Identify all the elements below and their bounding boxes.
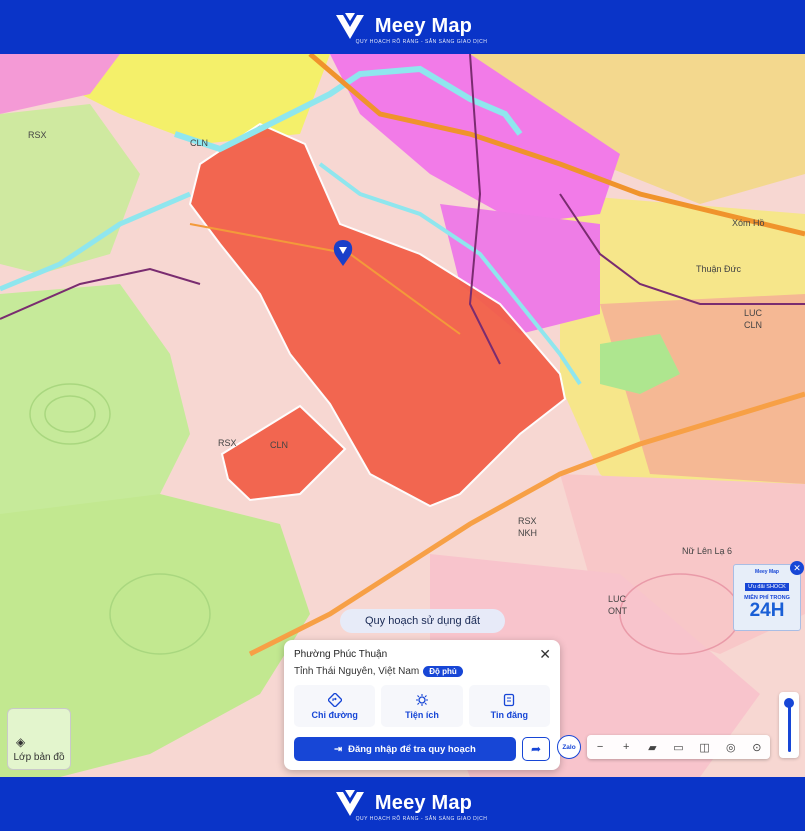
coverage-badge[interactable]: Độ phủ [423,666,463,677]
share-icon: ➦ [530,742,542,756]
listings-button[interactable]: Tin đăng [468,685,550,727]
utilities-icon [415,693,428,706]
listings-label: Tin đăng [490,709,528,720]
planning-mode-pill[interactable]: Quy hoạch sử dụng đất [340,609,505,633]
brand-tagline: QUY HOẠCH RÕ RÀNG - SẴN SÀNG GIAO DỊCH [355,39,488,45]
map-label: NKH [518,528,537,538]
directions-label: Chỉ đường [311,709,358,720]
opacity-slider[interactable] [779,692,799,758]
ruler-icon[interactable]: ▭ [667,741,689,754]
utilities-button[interactable]: Tiện ích [381,685,463,727]
listings-icon [504,693,515,706]
map-label: RSX [28,130,47,140]
map-toolbar: − + ▰ ▭ ◫ ◎ ⊙ [587,735,770,759]
top-header-bar: Meey Map QUY HOẠCH RÕ RÀNG - SẴN SÀNG GI… [0,0,805,54]
map-label: RSX [518,516,537,526]
slider-knob[interactable] [784,698,794,708]
map-label: CLN [744,320,762,330]
panel-bottom-row: ⇥ Đăng nhập để tra quy hoạch ➦ [294,737,550,761]
location-info-panel: Phường Phúc Thuận ✕ Tỉnh Thái Nguyên, Vi… [284,640,560,770]
slider-track [788,702,791,752]
split-view-icon[interactable]: ◫ [694,741,716,754]
share-button[interactable]: ➦ [522,737,550,761]
footer-brand-name: Meey Map [374,791,473,814]
province-name: Tỉnh Thái Nguyên, Việt Nam [294,666,420,677]
zalo-button[interactable]: Zalo [557,735,581,759]
map-label: RSX [218,438,237,448]
promo-hours: 24H [749,600,785,621]
utilities-label: Tiện ích [405,709,439,720]
promo-banner[interactable]: Meey Map Ưu đãi SHOCK MIỄN PHÍ TRONG 24H [733,564,801,631]
close-icon[interactable]: ✕ [539,646,551,663]
map-label: LUC [744,308,763,318]
promo-close-icon[interactable]: ✕ [790,561,804,575]
directions-button[interactable]: Chỉ đường [294,685,376,727]
ward-name: Phường Phúc Thuận [294,649,388,660]
brand-name: Meey Map [374,14,473,37]
brush-icon[interactable]: ▰ [641,741,663,754]
map-label: Xóm Hồ [732,218,765,228]
zoom-in-icon[interactable]: + [615,741,637,753]
map-label: LUC [608,594,627,604]
map-layer-button[interactable]: ◈ Lớp bản đồ [7,708,71,770]
bottom-brand-bar: Meey Map QUY HOẠCH RÕ RÀNG - SẴN SÀNG GI… [0,777,805,831]
map-label: Nữ Lên Lạ 6 [682,546,732,556]
zoom-out-icon[interactable]: − [589,741,611,753]
footer-tagline: QUY HOẠCH RÕ RÀNG - SẴN SÀNG GIAO DỊCH [355,816,488,822]
promo-hot: Ưu đãi SHOCK [745,583,789,591]
login-to-lookup-button[interactable]: ⇥ Đăng nhập để tra quy hoạch [294,737,516,761]
directions-icon [327,692,342,707]
brand[interactable]: Meey Map [333,9,472,43]
map-layer-label: Lớp bản đồ [13,752,65,763]
globe-icon[interactable]: ◎ [720,741,742,754]
login-label: Đăng nhập để tra quy hoạch [348,743,476,755]
province-line: Tỉnh Thái Nguyên, Việt Nam Độ phủ [294,666,550,677]
map-label: ONT [608,606,628,616]
meey-logo-icon [335,790,364,816]
map-label: CLN [190,138,208,148]
layers-icon: ◈ [16,735,26,749]
map-label: CLN [270,440,288,450]
meey-logo-icon [335,13,364,39]
panel-actions: Chỉ đường Tiện ích Tin đăng [294,685,550,727]
map-label: Thuận Đức [696,264,742,274]
login-icon: ⇥ [334,743,343,755]
locate-icon[interactable]: ⊙ [746,741,768,754]
footer-brand: Meey Map [333,786,472,820]
